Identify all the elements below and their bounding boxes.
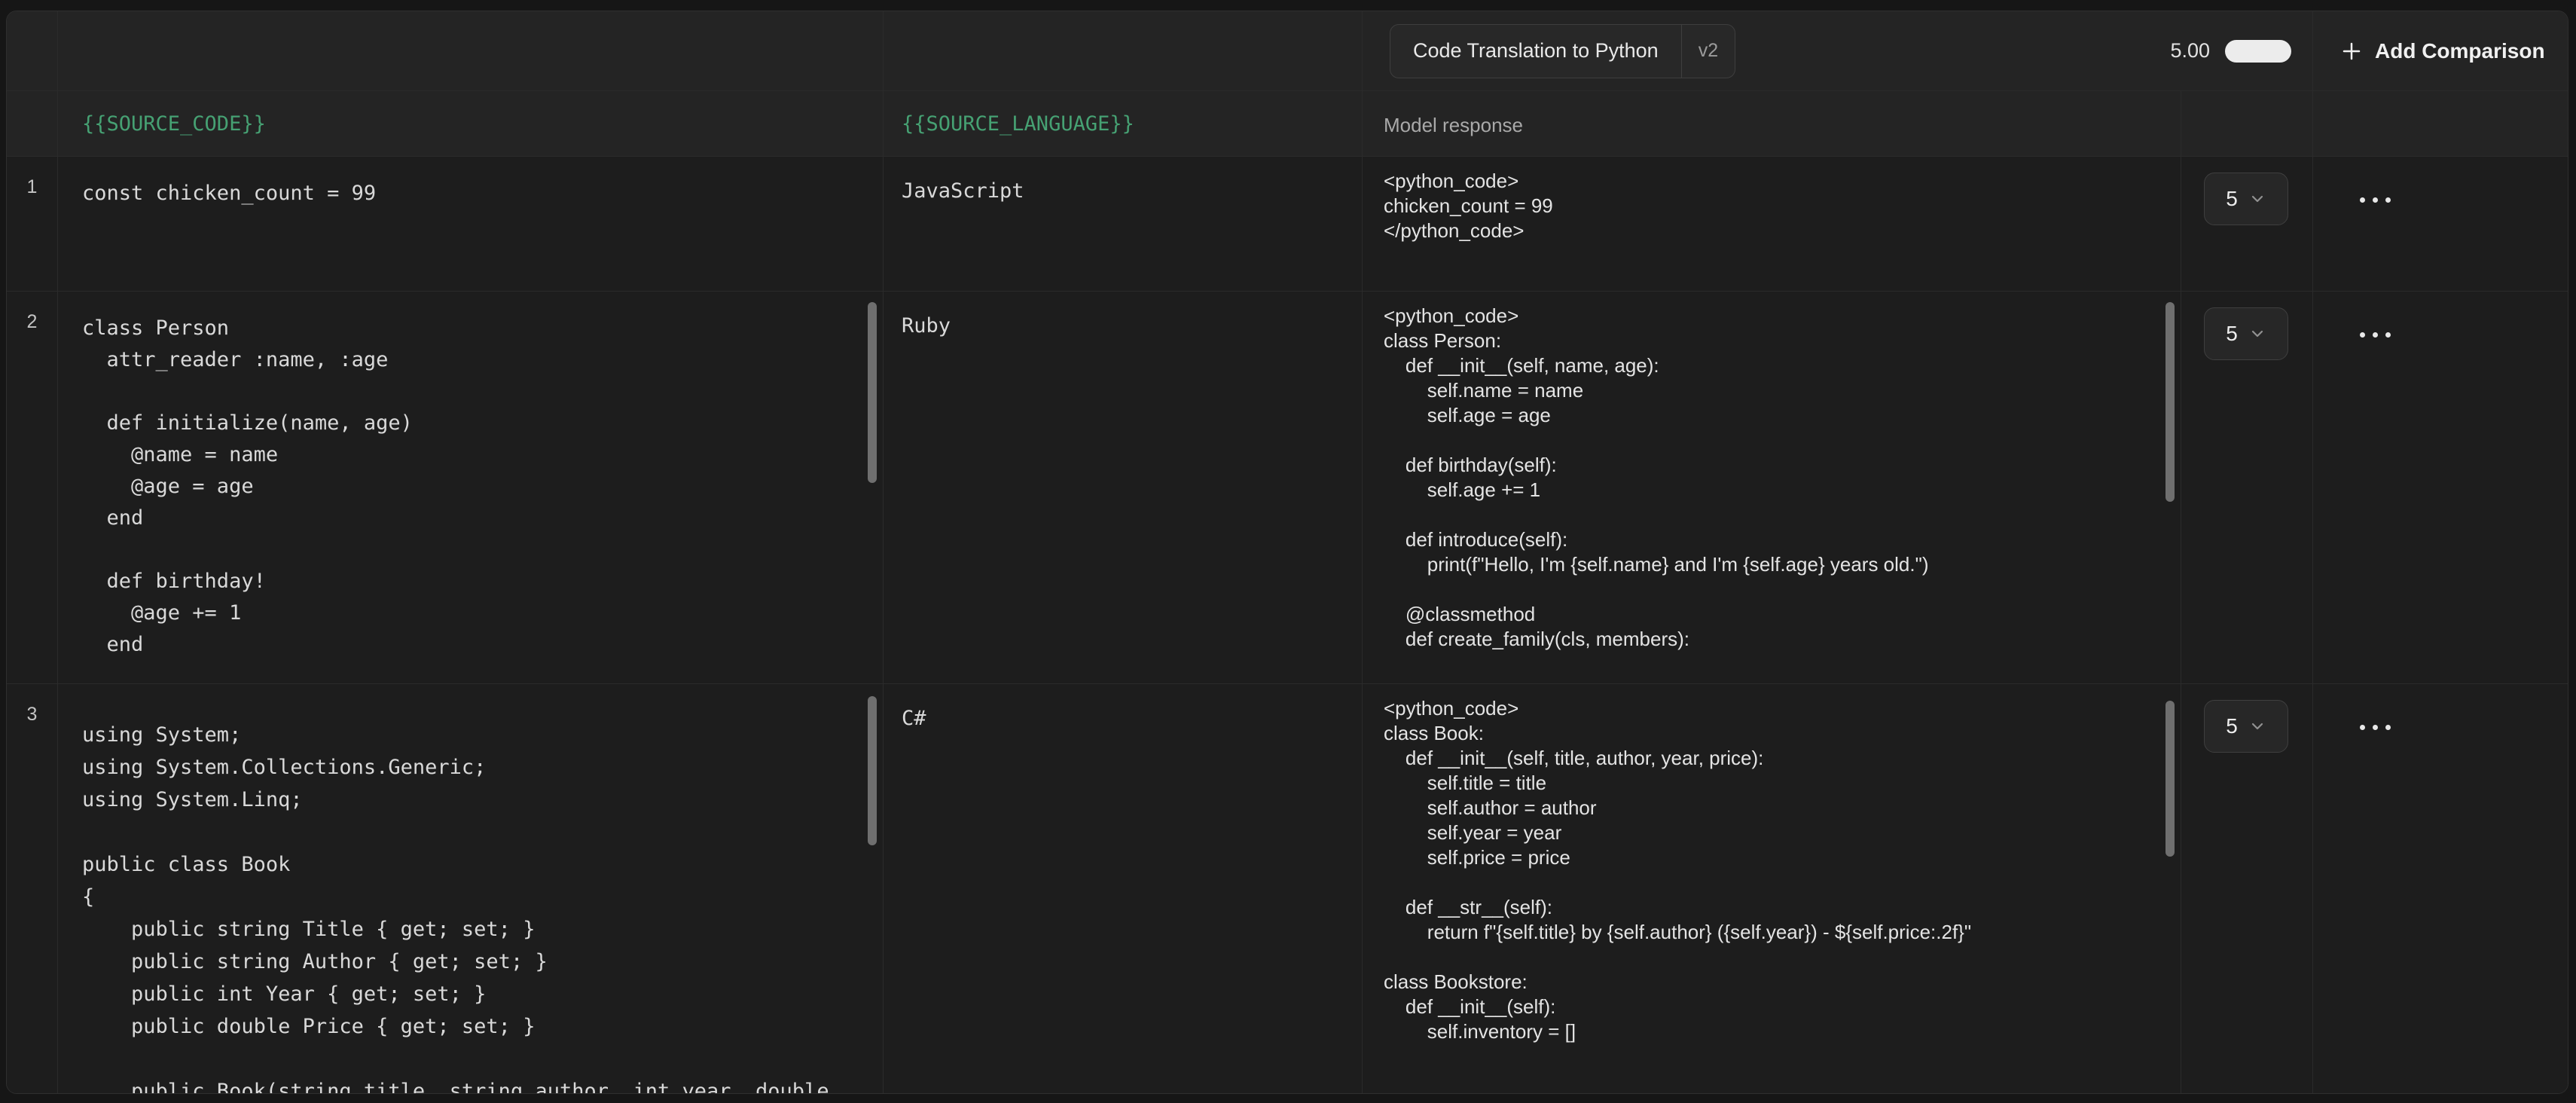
- score-dropdown[interactable]: 5: [2204, 307, 2288, 360]
- comparison-table: Code Translation to Python v2 5.00 Add C…: [6, 11, 2568, 1094]
- comparison-version-badge: v2: [1682, 25, 1735, 78]
- score-dropdown[interactable]: 5: [2204, 173, 2288, 225]
- ellipsis-dot: [2373, 332, 2378, 338]
- ellipsis-dot: [2360, 725, 2365, 730]
- source-code-text: class Person attr_reader :name, :age def…: [58, 292, 883, 661]
- source-code-cell: const chicken_count = 99: [58, 157, 884, 292]
- model-response-text: <python_code> class Person: def __init__…: [1363, 292, 2181, 652]
- score-value: 5: [2226, 187, 2238, 211]
- row-index: 1: [7, 157, 58, 292]
- source-code-text: const chicken_count = 99: [58, 157, 883, 209]
- model-response-text: <python_code> class Book: def __init__(s…: [1363, 684, 2181, 1044]
- source-code-variable-label: {{SOURCE_CODE}}: [58, 91, 883, 136]
- model-response-cell: <python_code> chicken_count = 99 </pytho…: [1363, 157, 2181, 292]
- column-header-source-code: {{SOURCE_CODE}}: [58, 91, 884, 157]
- scrollbar-thumb[interactable]: [868, 696, 877, 845]
- column-header-source-language: {{SOURCE_LANGUAGE}}: [884, 91, 1363, 157]
- add-comparison-label: Add Comparison: [2375, 39, 2545, 63]
- aggregate-score-wrap: 5.00: [2170, 39, 2291, 63]
- source-code-cell: using System; using System.Collections.G…: [58, 684, 884, 1093]
- row-actions-cell: [2313, 684, 2568, 1093]
- model-response-cell: <python_code> class Person: def __init__…: [1363, 292, 2181, 684]
- comparison-name: Code Translation to Python: [1390, 25, 1681, 78]
- score-cell: 5: [2181, 292, 2313, 684]
- row-menu-button[interactable]: [2357, 329, 2394, 341]
- ellipsis-dot: [2360, 332, 2365, 338]
- model-response-label: Model response: [1363, 91, 2181, 137]
- comparison-visibility-toggle[interactable]: [2225, 40, 2291, 63]
- source-code-cell: class Person attr_reader :name, :age def…: [58, 292, 884, 684]
- score-cell: 5: [2181, 684, 2313, 1093]
- chevron-down-icon: [2248, 717, 2266, 735]
- model-response-cell: <python_code> class Book: def __init__(s…: [1363, 684, 2181, 1093]
- row-menu-button[interactable]: [2357, 194, 2394, 206]
- score-cell: 5: [2181, 157, 2313, 292]
- column-header-actions: [2313, 91, 2568, 157]
- column-header-model-response: Model response: [1363, 91, 2181, 157]
- score-value: 5: [2226, 714, 2238, 738]
- chevron-down-icon: [2248, 190, 2266, 208]
- comparison-chip[interactable]: Code Translation to Python v2: [1390, 24, 1735, 78]
- add-comparison-button[interactable]: Add Comparison: [2313, 11, 2545, 90]
- ellipsis-dot: [2360, 197, 2365, 203]
- row-actions-cell: [2313, 157, 2568, 292]
- row-index: 2: [7, 292, 58, 684]
- ellipsis-dot: [2385, 725, 2391, 730]
- header-spacer-rownum: [7, 11, 58, 91]
- comparison-group-header: Code Translation to Python v2 5.00: [1363, 11, 2313, 91]
- score-dropdown[interactable]: 5: [2204, 700, 2288, 753]
- scrollbar-thumb[interactable]: [2165, 302, 2175, 502]
- score-value: 5: [2226, 322, 2238, 346]
- ellipsis-dot: [2373, 197, 2378, 203]
- row-menu-button[interactable]: [2357, 722, 2394, 733]
- header-spacer-source-code: [58, 11, 884, 91]
- source-language-cell: Ruby: [884, 292, 1363, 684]
- column-header-score: [2181, 91, 2313, 157]
- ellipsis-dot: [2373, 725, 2378, 730]
- scrollbar-thumb[interactable]: [868, 302, 877, 483]
- row-index: 3: [7, 684, 58, 1093]
- model-response-text: <python_code> chicken_count = 99 </pytho…: [1363, 157, 2181, 243]
- source-code-text: using System; using System.Collections.G…: [58, 684, 883, 1093]
- source-language-variable-label: {{SOURCE_LANGUAGE}}: [884, 91, 1362, 136]
- ellipsis-dot: [2385, 332, 2391, 338]
- source-language-cell: C#: [884, 684, 1363, 1093]
- plus-icon: [2340, 40, 2363, 63]
- scrollbar-thumb[interactable]: [2165, 701, 2175, 857]
- add-comparison-cell: Add Comparison: [2313, 11, 2568, 91]
- chevron-down-icon: [2248, 325, 2266, 343]
- row-actions-cell: [2313, 292, 2568, 684]
- ellipsis-dot: [2385, 197, 2391, 203]
- source-language-cell: JavaScript: [884, 157, 1363, 292]
- header-spacer-source-language: [884, 11, 1363, 91]
- column-header-rownum: [7, 91, 58, 157]
- aggregate-score: 5.00: [2170, 39, 2210, 63]
